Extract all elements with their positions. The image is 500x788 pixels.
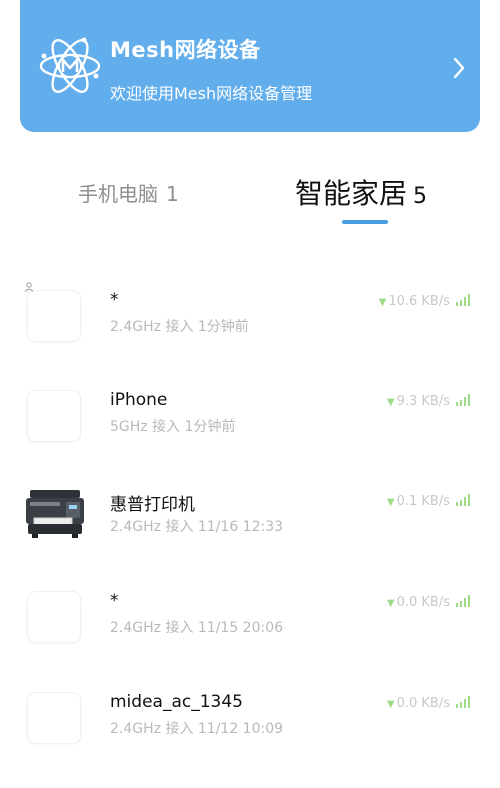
device-name: iPhone <box>110 390 168 410</box>
down-arrow-icon: ▼ <box>386 598 395 609</box>
active-tab-indicator <box>342 220 388 224</box>
download-speed: ▼ 10.6 KB/s <box>378 294 450 309</box>
device-thumbnail <box>27 692 81 744</box>
device-meta: 2.4GHz 接入 11/15 20:06 <box>110 620 284 636</box>
tab-count: 5 <box>413 184 428 209</box>
printer-icon <box>26 490 84 538</box>
device-name: 惠普打印机 <box>110 495 195 515</box>
device-meta: 5GHz 接入 1分钟前 <box>110 419 236 435</box>
device-thumbnail <box>27 591 81 643</box>
mesh-banner[interactable]: Mesh网络设备 欢迎使用Mesh网络设备管理 <box>20 0 480 132</box>
download-speed: ▼ 0.0 KB/s <box>386 595 450 610</box>
tab-label: 手机电脑 <box>78 182 158 206</box>
tab-count: 1 <box>166 182 179 206</box>
down-arrow-icon: ▼ <box>386 397 395 408</box>
chevron-right-icon[interactable] <box>452 56 466 80</box>
download-speed: ▼ 0.0 KB/s <box>386 696 450 711</box>
device-row[interactable]: * 2.4GHz 接入 11/15 20:06 ▼ 0.0 KB/s <box>0 591 500 671</box>
device-name: * <box>110 591 119 611</box>
signal-bars-icon <box>456 494 470 506</box>
banner-subtitle: 欢迎使用Mesh网络设备管理 <box>110 84 313 103</box>
atom-m-logo-icon <box>39 37 101 93</box>
tab-phones-computers[interactable]: 手机电脑 1 <box>78 178 179 207</box>
device-name: * <box>110 290 119 310</box>
device-meta: 2.4GHz 接入 11/12 10:09 <box>110 721 284 737</box>
down-arrow-icon: ▼ <box>386 497 395 508</box>
device-name: midea_ac_1345 <box>110 692 243 712</box>
banner-title: Mesh网络设备 <box>110 38 261 62</box>
signal-bars-icon <box>456 595 470 607</box>
signal-bars-icon <box>456 294 470 306</box>
device-thumbnail <box>27 290 81 342</box>
device-row[interactable]: 惠普打印机 2.4GHz 接入 11/16 12:33 ▼ 0.1 KB/s <box>0 490 500 570</box>
signal-bars-icon <box>456 394 470 406</box>
device-meta: 2.4GHz 接入 1分钟前 <box>110 319 249 335</box>
down-arrow-icon: ▼ <box>386 699 395 710</box>
person-icon <box>24 282 34 292</box>
download-speed: ▼ 0.1 KB/s <box>386 494 450 509</box>
device-row[interactable]: midea_ac_1345 2.4GHz 接入 11/12 10:09 ▼ 0.0… <box>0 692 500 772</box>
device-meta: 2.4GHz 接入 11/16 12:33 <box>110 519 284 535</box>
download-speed: ▼ 9.3 KB/s <box>386 394 450 409</box>
down-arrow-icon: ▼ <box>378 297 387 308</box>
device-row[interactable]: iPhone 5GHz 接入 1分钟前 ▼ 9.3 KB/s <box>0 390 500 470</box>
device-row[interactable]: * 2.4GHz 接入 1分钟前 ▼ 10.6 KB/s <box>0 282 500 370</box>
signal-bars-icon <box>456 696 470 708</box>
tab-label: 智能家居 <box>295 177 408 210</box>
tab-smart-home[interactable]: 智能家居 5 <box>295 172 427 212</box>
device-thumbnail <box>27 390 81 442</box>
